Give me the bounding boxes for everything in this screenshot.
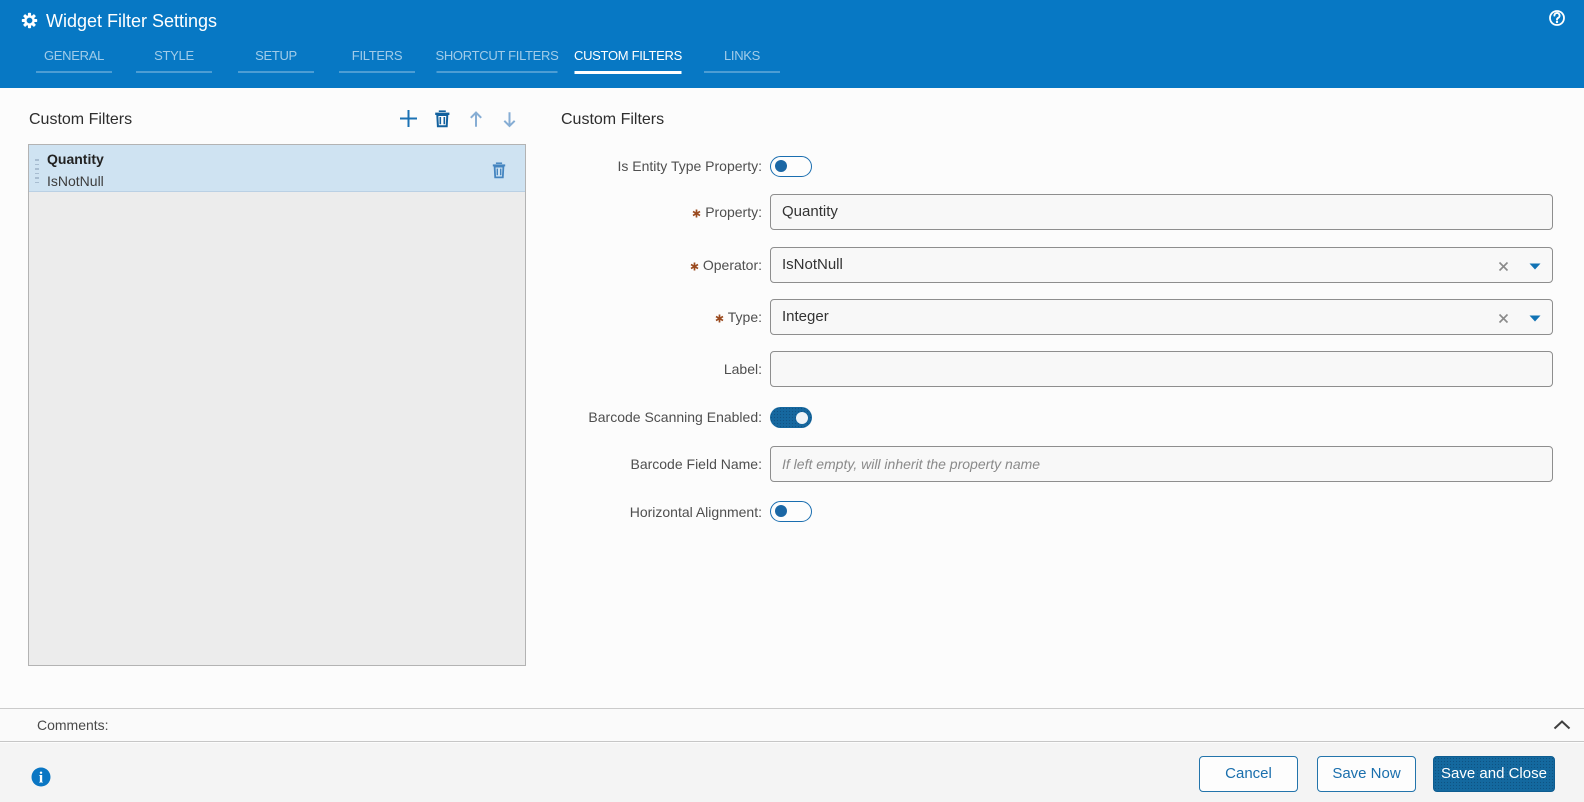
svg-text:i: i xyxy=(39,770,44,787)
